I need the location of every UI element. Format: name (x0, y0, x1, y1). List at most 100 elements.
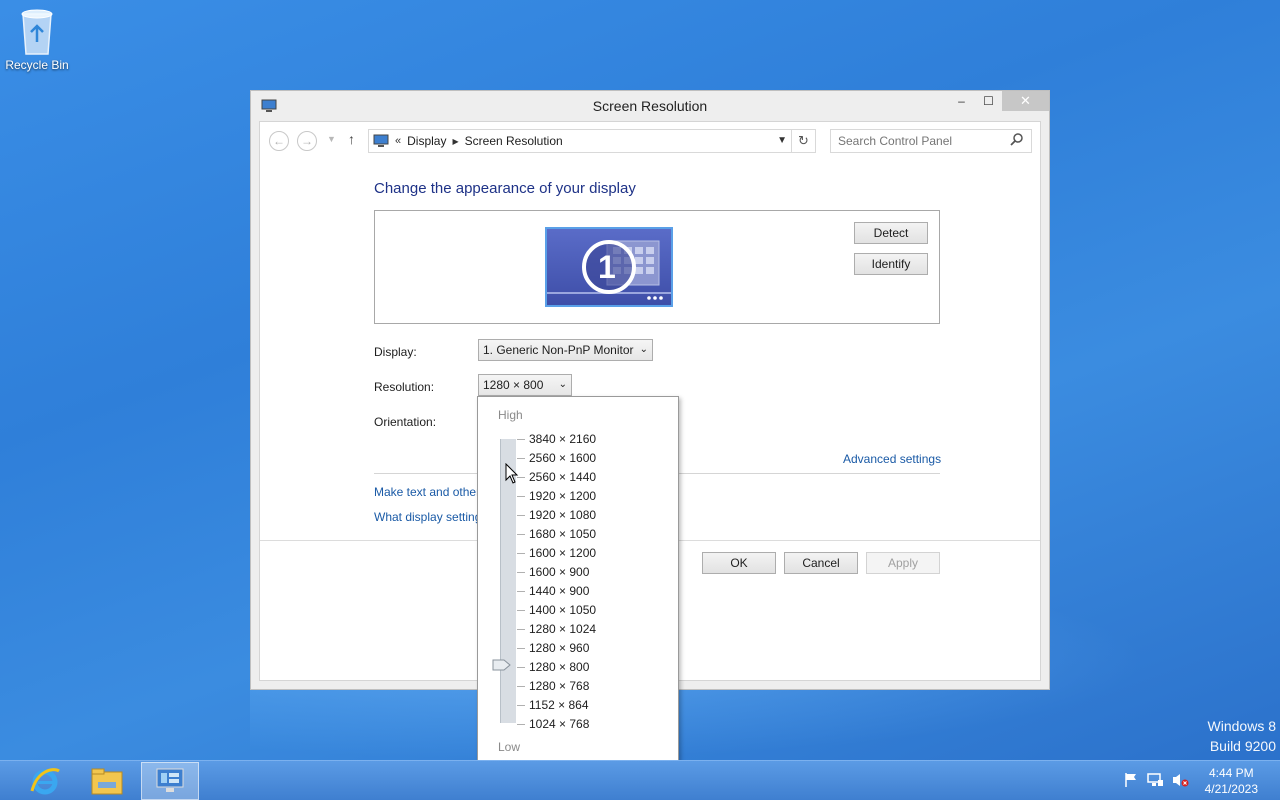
address-bar[interactable]: « Display ▶ Screen Resolution ▼ (368, 129, 792, 153)
resolution-option[interactable]: 2560 × 1440 (529, 470, 596, 484)
breadcrumb-screen-resolution[interactable]: Screen Resolution (465, 134, 563, 148)
text-size-link[interactable]: Make text and other (374, 485, 480, 499)
resolution-slider-thumb[interactable] (492, 659, 512, 671)
slider-tick (517, 648, 525, 649)
arrow-left-icon: ← (273, 134, 285, 148)
slider-tick (517, 515, 525, 516)
resolution-option[interactable]: 1280 × 800 (529, 660, 589, 674)
slider-tick (517, 705, 525, 706)
window-controls: – ☐ ✕ (948, 91, 1049, 111)
windows-build-watermark: Windows 8 Build 9200 (1208, 716, 1276, 756)
screen-resolution-taskbar-button[interactable] (141, 762, 199, 800)
display-preview-area: 1 Detect Identify (374, 210, 940, 324)
address-dropdown-icon[interactable]: ▼ (777, 135, 787, 146)
slider-tick (517, 496, 525, 497)
apply-button[interactable]: Apply (866, 552, 940, 574)
close-button[interactable]: ✕ (1002, 91, 1049, 111)
chevron-down-icon: ⌄ (639, 344, 648, 355)
watermark-os: Windows 8 (1207, 718, 1276, 734)
breadcrumb-arrow-icon[interactable]: ▶ (452, 137, 458, 146)
resolution-option[interactable]: 1280 × 960 (529, 641, 589, 655)
resolution-option[interactable]: 1680 × 1050 (529, 527, 596, 541)
window-title: Screen Resolution (592, 98, 708, 114)
monitor-1-thumbnail[interactable]: 1 (545, 227, 673, 307)
chevron-down-icon: ⌄ (558, 379, 567, 390)
resolution-select[interactable]: 1280 × 800 ⌄ (478, 374, 572, 396)
back-button[interactable]: ← (269, 131, 289, 151)
forward-button[interactable]: → (297, 131, 317, 151)
display-select[interactable]: 1. Generic Non-PnP Monitor ⌄ (478, 339, 653, 361)
resolution-option[interactable]: 1600 × 1200 (529, 546, 596, 560)
resolution-option[interactable]: 1920 × 1080 (529, 508, 596, 522)
cancel-button[interactable]: Cancel (784, 552, 858, 574)
clock-time: 4:44 PM (1208, 766, 1254, 780)
resolution-label: Resolution: (374, 380, 435, 394)
maximize-button[interactable]: ☐ (975, 91, 1002, 111)
taskbar: 4:44 PM 4/21/2023 (0, 760, 1280, 800)
network-icon[interactable] (1146, 772, 1164, 788)
slider-tick (517, 572, 525, 573)
resolution-option[interactable]: 1280 × 768 (529, 679, 589, 693)
chevron-down-icon: ▼ (327, 134, 336, 144)
slider-tick (517, 534, 525, 535)
slider-tick (517, 667, 525, 668)
search-icon[interactable] (1010, 133, 1023, 146)
monitor-number: 1 (598, 249, 616, 285)
up-button[interactable]: ↑ (348, 131, 355, 147)
resolution-option[interactable]: 1600 × 900 (529, 565, 589, 579)
resolution-option[interactable]: 1024 × 768 (529, 717, 589, 731)
arrow-right-icon: → (301, 134, 313, 148)
breadcrumb-display[interactable]: Display (407, 134, 446, 148)
slider-tick (517, 553, 525, 554)
recent-locations-button[interactable]: ▼ (327, 134, 336, 144)
detect-button[interactable]: Detect (854, 222, 928, 244)
resolution-dropdown: High 3840 × 2160 2560 × 1600 2560 × 1440 19… (477, 396, 679, 765)
page-heading: Change the appearance of your display (374, 180, 636, 197)
advanced-settings-link[interactable]: Advanced settings (843, 452, 941, 466)
refresh-icon: ↻ (798, 133, 809, 148)
watermark-build: Build 9200 (1209, 738, 1276, 754)
display-settings-help-link[interactable]: What display setting (374, 510, 481, 524)
clock-date: 4/21/2023 (1204, 782, 1258, 796)
resolution-option[interactable]: 1400 × 1050 (529, 603, 596, 617)
resolution-option[interactable]: 1152 × 864 (529, 698, 589, 712)
slider-tick (517, 591, 525, 592)
file-explorer-taskbar-button[interactable] (78, 762, 136, 800)
breadcrumb-overflow[interactable]: « (395, 135, 401, 147)
resolution-option[interactable]: 1280 × 1024 (529, 622, 596, 636)
recycle-bin-desktop-icon[interactable]: Recycle Bin (4, 6, 70, 72)
orientation-label: Orientation: (374, 415, 437, 429)
recycle-bin-icon (21, 9, 53, 55)
resolution-option[interactable]: 1920 × 1200 (529, 489, 596, 503)
refresh-button[interactable]: ↻ (792, 129, 816, 153)
resolution-select-value: 1280 × 800 (483, 378, 544, 392)
mouse-cursor-icon (505, 463, 519, 484)
action-center-flag-icon[interactable] (1124, 772, 1138, 788)
low-label: Low (498, 740, 521, 754)
internet-explorer-taskbar-button[interactable] (16, 762, 74, 800)
arrow-up-icon: ↑ (348, 131, 355, 147)
identify-button[interactable]: Identify (854, 253, 928, 275)
control-panel-icon (373, 134, 389, 147)
resolution-option[interactable]: 3840 × 2160 (529, 432, 596, 446)
speaker-muted-icon[interactable] (1171, 772, 1189, 788)
slider-tick (517, 610, 525, 611)
slider-tick (517, 724, 525, 725)
minimize-button[interactable]: – (948, 91, 975, 111)
folder-icon (91, 768, 123, 795)
slider-tick (517, 629, 525, 630)
resolution-option[interactable]: 1440 × 900 (529, 584, 589, 598)
resolution-option[interactable]: 2560 × 1600 (529, 451, 596, 465)
display-select-value: 1. Generic Non-PnP Monitor (483, 343, 634, 357)
internet-explorer-icon (30, 768, 60, 795)
high-label: High (498, 408, 523, 422)
slider-tick (517, 458, 525, 459)
navigation-bar: ← → ▼ ↑ « Display ▶ Screen Resolution ▼ … (260, 122, 1040, 160)
slider-tick (517, 686, 525, 687)
title-bar[interactable]: Screen Resolution – ☐ ✕ (251, 91, 1049, 121)
ok-button[interactable]: OK (702, 552, 776, 574)
search-input[interactable] (830, 129, 1032, 153)
control-panel-icon (156, 768, 184, 792)
recycle-bin-label: Recycle Bin (5, 58, 69, 72)
system-clock[interactable]: 4:44 PM 4/21/2023 (1205, 765, 1258, 797)
